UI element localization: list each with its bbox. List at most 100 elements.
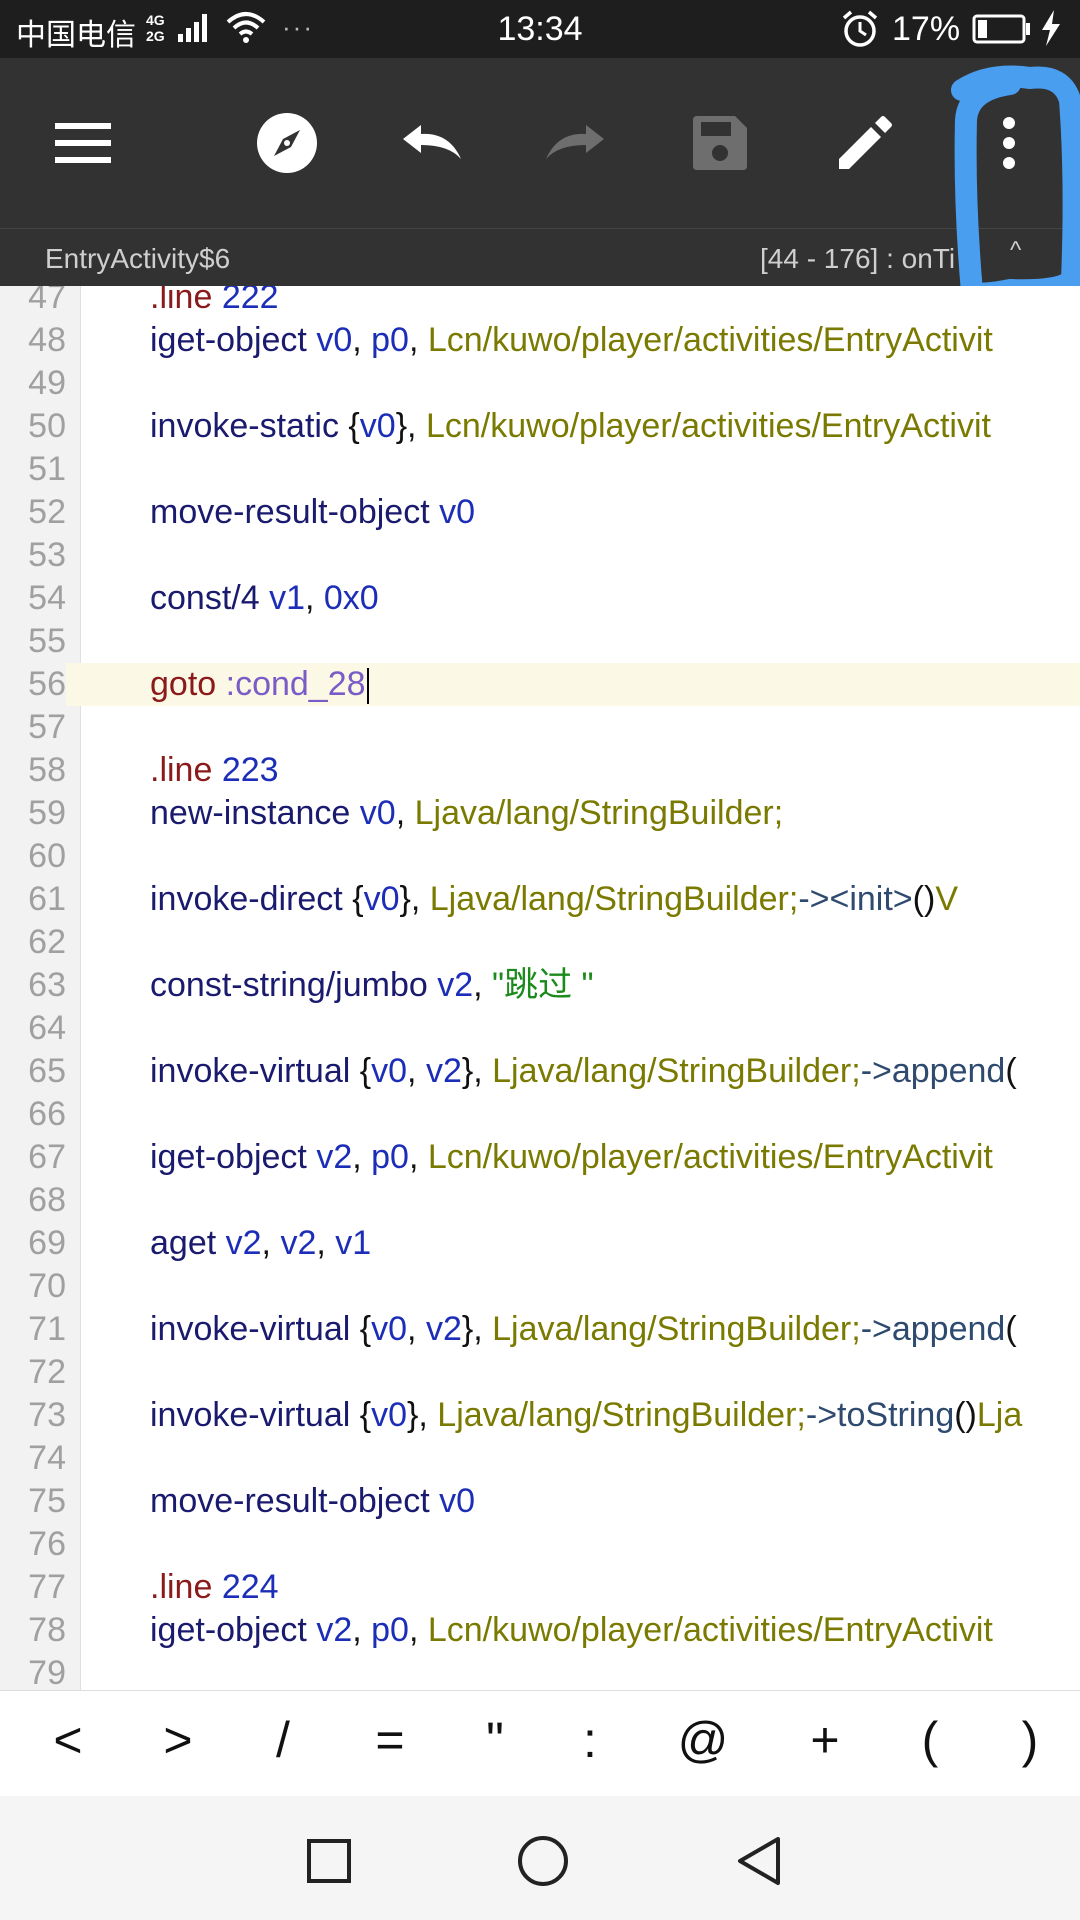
code-line[interactable]: 72 <box>0 1351 1080 1394</box>
code-line[interactable]: 67 iget-object v2, p0, Lcn/kuwo/player/ac… <box>0 1136 1080 1179</box>
symbol-key[interactable]: ) <box>1000 1711 1060 1769</box>
code-text[interactable]: .line 222 <box>150 286 279 319</box>
code-token: }, <box>395 407 417 445</box>
code-line[interactable]: 78 iget-object v2, p0, Lcn/kuwo/player/ac… <box>0 1609 1080 1652</box>
line-number: 64 <box>28 1009 66 1047</box>
code-line[interactable]: 75 move-result-object v0 <box>0 1480 1080 1523</box>
code-token: v1 <box>259 579 305 617</box>
code-line[interactable]: 51 <box>0 448 1080 491</box>
code-line[interactable]: 79 <box>0 1652 1080 1690</box>
symbol-key[interactable]: : <box>560 1711 620 1769</box>
symbol-key[interactable]: = <box>360 1711 420 1769</box>
code-line[interactable]: 61 invoke-direct {v0}, Ljava/lang/StringB… <box>0 878 1080 921</box>
code-text[interactable]: new-instance v0, Ljava/lang/StringBuilde… <box>150 792 783 835</box>
editor-toolbar <box>0 58 1080 228</box>
compass-icon <box>257 113 317 173</box>
code-line[interactable]: 76 <box>0 1523 1080 1566</box>
symbol-key[interactable]: + <box>795 1711 855 1769</box>
code-line[interactable]: 68 <box>0 1179 1080 1222</box>
line-number: 59 <box>28 794 66 832</box>
code-token: -><init> <box>798 880 913 918</box>
code-text[interactable]: iget-object v2, p0, Lcn/kuwo/player/acti… <box>150 1609 993 1652</box>
line-number: 62 <box>28 923 66 961</box>
symbol-key[interactable]: @ <box>673 1711 733 1769</box>
code-text[interactable]: const/4 v1, 0x0 <box>150 577 379 620</box>
code-token: invoke-virtual <box>150 1396 351 1434</box>
code-text[interactable]: move-result-object v0 <box>150 1480 475 1523</box>
code-token: "跳过 " <box>482 966 594 1004</box>
code-line[interactable]: 60 <box>0 835 1080 878</box>
code-line[interactable]: 65 invoke-virtual {v0, v2}, Ljava/lang/St… <box>0 1050 1080 1093</box>
code-line[interactable]: 57 <box>0 706 1080 749</box>
code-line[interactable]: 48 iget-object v0, p0, Lcn/kuwo/player/ac… <box>0 319 1080 362</box>
symbol-bar: < > / = ": @ + () <box>0 1690 1080 1797</box>
symbol-key[interactable]: < <box>38 1711 98 1769</box>
code-token: }, <box>461 1310 483 1348</box>
code-token: { <box>338 407 360 445</box>
code-text[interactable]: goto :cond_28 <box>150 663 369 706</box>
code-text[interactable]: const-string/jumbo v2, "跳过 " <box>150 964 594 1007</box>
code-text[interactable]: invoke-direct {v0}, Ljava/lang/StringBui… <box>150 878 958 921</box>
back-button[interactable] <box>724 1826 794 1896</box>
code-line[interactable]: 63 const-string/jumbo v2, "跳过 " <box>0 964 1080 1007</box>
code-line[interactable]: 54 const/4 v1, 0x0 <box>0 577 1080 620</box>
method-range[interactable]: [44 - 176] : onTi <box>760 243 955 275</box>
code-text[interactable]: iget-object v2, p0, Lcn/kuwo/player/acti… <box>150 1136 993 1179</box>
navigate-button[interactable] <box>252 108 322 178</box>
undo-button[interactable] <box>397 108 467 178</box>
code-line[interactable]: 74 <box>0 1437 1080 1480</box>
charging-icon <box>1040 10 1062 51</box>
code-token: v2 <box>271 1224 317 1262</box>
code-line[interactable]: 73 invoke-virtual {v0}, Ljava/lang/String… <box>0 1394 1080 1437</box>
home-button[interactable] <box>508 1826 578 1896</box>
code-line[interactable]: 58 .line 223 <box>0 749 1080 792</box>
line-number: 70 <box>28 1267 66 1305</box>
code-token: , <box>473 966 483 1004</box>
code-token: iget-object <box>150 321 307 359</box>
code-line[interactable]: 71 invoke-virtual {v0, v2}, Ljava/lang/St… <box>0 1308 1080 1351</box>
code-line[interactable]: 49 <box>0 362 1080 405</box>
code-text[interactable]: move-result-object v0 <box>150 491 475 534</box>
symbol-key[interactable]: ( <box>900 1711 960 1769</box>
code-text[interactable]: .line 224 <box>150 1566 279 1609</box>
code-line[interactable]: 70 <box>0 1265 1080 1308</box>
code-line[interactable]: 77 .line 224 <box>0 1566 1080 1609</box>
code-line[interactable]: 52 move-result-object v0 <box>0 491 1080 534</box>
code-text[interactable]: aget v2, v2, v1 <box>150 1222 371 1265</box>
code-line[interactable]: 59 new-instance v0, Ljava/lang/StringBuil… <box>0 792 1080 835</box>
code-line[interactable]: 69 aget v2, v2, v1 <box>0 1222 1080 1265</box>
code-line[interactable]: 50 invoke-static {v0}, Lcn/kuwo/player/ac… <box>0 405 1080 448</box>
current-code-line[interactable]: 56 goto :cond_28 <box>0 663 1080 706</box>
code-text[interactable]: invoke-static {v0}, Lcn/kuwo/player/acti… <box>150 405 991 448</box>
code-line[interactable]: 64 <box>0 1007 1080 1050</box>
code-text[interactable]: invoke-virtual {v0, v2}, Ljava/lang/Stri… <box>150 1308 1017 1351</box>
symbol-key[interactable]: / <box>253 1711 313 1769</box>
code-line[interactable]: 47 .line 222 <box>0 286 1080 319</box>
redo-icon <box>546 125 604 159</box>
code-line[interactable]: 53 <box>0 534 1080 577</box>
edit-button[interactable] <box>830 108 900 178</box>
code-line[interactable]: 66 <box>0 1093 1080 1136</box>
line-number: 52 <box>28 493 66 531</box>
code-line[interactable]: 62 <box>0 921 1080 964</box>
code-token: const-string/jumbo <box>150 966 428 1004</box>
code-editor[interactable]: 47 .line 222 48 iget-object v0, p0, Lcn/kuw… <box>0 286 1080 1690</box>
code-token: v2 <box>306 1611 353 1649</box>
code-text[interactable]: invoke-virtual {v0, v2}, Ljava/lang/Stri… <box>150 1050 1017 1093</box>
recent-apps-button[interactable] <box>294 1826 364 1896</box>
code-text[interactable]: iget-object v0, p0, Lcn/kuwo/player/acti… <box>150 319 993 362</box>
code-text[interactable]: invoke-virtual {v0}, Ljava/lang/StringBu… <box>150 1394 1022 1437</box>
line-number: 51 <box>28 450 66 488</box>
code-token: invoke-direct <box>150 880 343 918</box>
code-token: , <box>352 1138 362 1176</box>
symbol-key[interactable]: " <box>465 1711 525 1769</box>
save-button[interactable] <box>685 108 755 178</box>
code-text[interactable]: .line 223 <box>150 749 279 792</box>
code-token: Lja <box>976 1396 1023 1434</box>
menu-button[interactable] <box>48 108 118 178</box>
symbol-key[interactable]: > <box>148 1711 208 1769</box>
code-token: Lcn/kuwo/player/activities/EntryActivit <box>418 321 993 359</box>
code-line[interactable]: 55 <box>0 620 1080 663</box>
redo-button[interactable] <box>540 108 610 178</box>
code-token: .line <box>150 751 213 789</box>
